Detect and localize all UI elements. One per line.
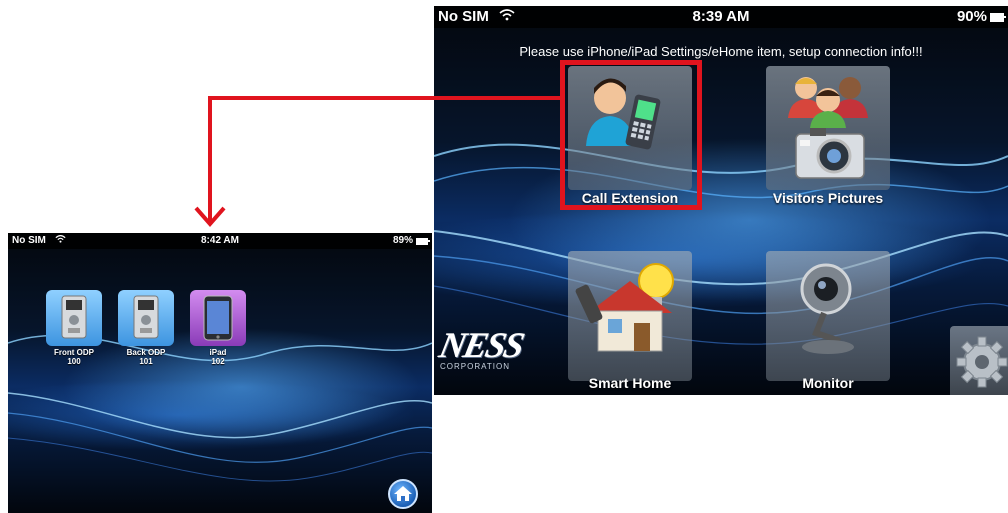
- status-bar: No SIM 8:39 AM 90%: [434, 6, 1008, 28]
- stage: No SIM 8:39 AM 90% Please use iPhone/iPa…: [0, 0, 1008, 513]
- ness-wordmark: NESS: [435, 325, 527, 365]
- door-phone-icon: [133, 295, 159, 339]
- smart-home-icon: [575, 263, 674, 352]
- monitor-button[interactable]: Monitor: [766, 251, 890, 391]
- status-bar: No SIM 8:42 AM 89%: [8, 233, 432, 249]
- ness-logo: NESS CORPORATION: [436, 324, 527, 371]
- visitors-pictures-label: Visitors Pictures: [772, 190, 884, 206]
- home-button[interactable]: [388, 479, 418, 509]
- battery-icon: [990, 12, 1006, 22]
- settings-button[interactable]: [950, 326, 1008, 395]
- battery-icon: [416, 237, 430, 245]
- monitor-label: Monitor: [802, 375, 854, 391]
- clock: 8:42 AM: [201, 235, 239, 246]
- extension-list-screen: No SIM 8:42 AM 89% Front ODP 100 Back OD…: [8, 233, 432, 513]
- battery-percent: 89%: [392, 235, 413, 246]
- gear-icon: [956, 336, 1008, 388]
- extension-back-odp[interactable]: Back ODP 101: [118, 290, 174, 366]
- extension-number: 102: [211, 357, 225, 366]
- extension-name: iPad: [209, 348, 227, 357]
- home-icon: [394, 486, 412, 501]
- main-menu-screen: No SIM 8:39 AM 90% Please use iPhone/iPa…: [434, 6, 1008, 395]
- smart-home-button[interactable]: Smart Home: [568, 251, 692, 391]
- visitors-pictures-button[interactable]: Visitors Pictures: [766, 66, 890, 206]
- extension-ipad[interactable]: iPad 102: [190, 290, 246, 366]
- door-phone-icon: [61, 295, 87, 339]
- wave-background: [8, 334, 432, 482]
- visitors-camera-icon: [788, 77, 868, 179]
- selection-highlight: [560, 60, 702, 210]
- ipad-icon: [203, 295, 233, 341]
- extension-front-odp[interactable]: Front ODP 100: [46, 290, 102, 366]
- battery-percent: 90%: [956, 8, 987, 25]
- smart-home-label: Smart Home: [588, 375, 672, 391]
- setup-notice: Please use iPhone/iPad Settings/eHome it…: [519, 44, 923, 59]
- clock: 8:39 AM: [692, 8, 750, 25]
- webcam-icon: [800, 263, 854, 354]
